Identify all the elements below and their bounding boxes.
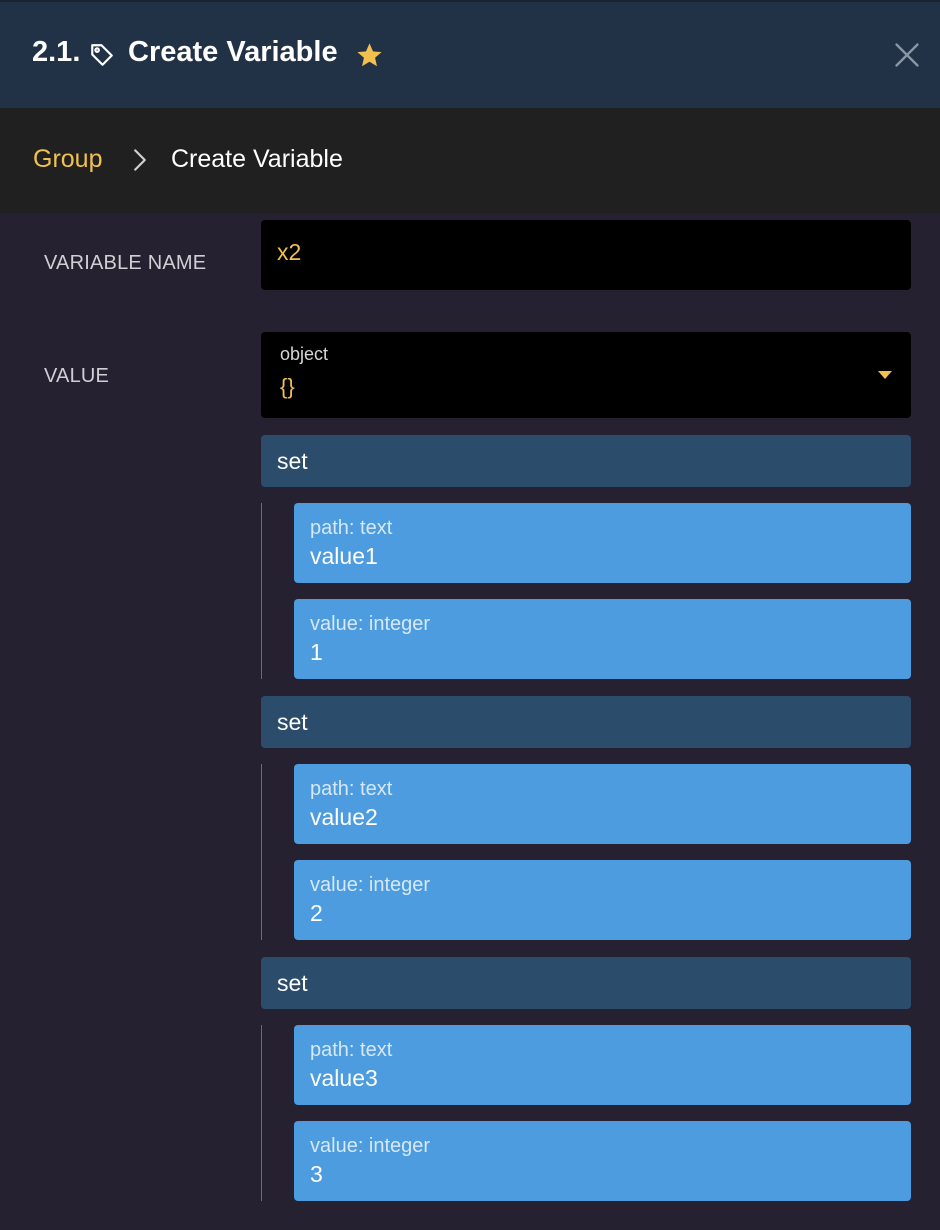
- set-operation-label: set: [277, 448, 308, 474]
- value-field-value: 1: [310, 639, 323, 665]
- value-field-value: 3: [310, 1161, 323, 1187]
- value-field[interactable]: value: integer 1: [294, 599, 911, 679]
- variable-name-label: VARIABLE NAME: [44, 252, 207, 274]
- caret-down-icon: [878, 371, 892, 379]
- value-field[interactable]: value: integer 2: [294, 860, 911, 940]
- value-type-select[interactable]: object {}: [261, 332, 911, 418]
- path-field[interactable]: path: text value1: [294, 503, 911, 583]
- close-icon[interactable]: [893, 41, 921, 69]
- set-operation-header[interactable]: set: [261, 957, 911, 1009]
- breadcrumb-current: Create Variable: [171, 145, 343, 173]
- set-operation-header[interactable]: set: [261, 696, 911, 748]
- operation-divider: [261, 764, 262, 940]
- variable-name-value: x2: [277, 239, 302, 265]
- value-display: {}: [280, 374, 295, 399]
- dialog-header: 2.1. Create Variable: [0, 0, 940, 108]
- set-operation-label: set: [277, 970, 308, 996]
- breadcrumb: Group Create Variable: [0, 108, 940, 213]
- set-operation-label: set: [277, 709, 308, 735]
- value-field-caption: value: integer: [310, 874, 431, 896]
- operation-divider: [261, 1025, 262, 1201]
- path-field[interactable]: path: text value3: [294, 1025, 911, 1105]
- path-field-value: value1: [310, 543, 378, 569]
- operation-divider: [261, 503, 262, 679]
- value-field[interactable]: value: integer 3: [294, 1121, 911, 1201]
- value-field-caption: value: integer: [310, 1135, 431, 1157]
- value-label: VALUE: [44, 365, 110, 387]
- tag-icon: [91, 44, 113, 66]
- step-number: 2.1.: [32, 36, 81, 68]
- path-field-value: value2: [310, 804, 378, 830]
- chevron-right-icon: [134, 149, 146, 171]
- path-field-caption: path: text: [310, 1039, 393, 1061]
- breadcrumb-group-link[interactable]: Group: [33, 145, 102, 174]
- dialog-title: Create Variable: [128, 36, 338, 68]
- path-field-caption: path: text: [310, 517, 393, 539]
- star-icon[interactable]: [355, 41, 384, 70]
- value-field-caption: value: integer: [310, 613, 431, 635]
- value-type-caption: object: [280, 344, 329, 364]
- path-field-value: value3: [310, 1065, 378, 1091]
- path-field[interactable]: path: text value2: [294, 764, 911, 844]
- path-field-caption: path: text: [310, 778, 393, 800]
- set-operation-header[interactable]: set: [261, 435, 911, 487]
- variable-name-input[interactable]: x2: [261, 220, 911, 290]
- value-field-value: 2: [310, 900, 323, 926]
